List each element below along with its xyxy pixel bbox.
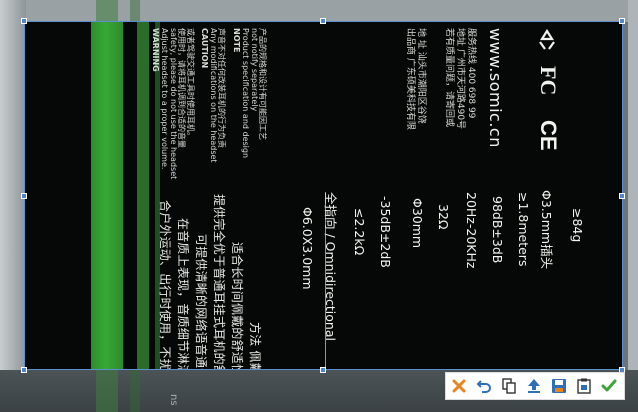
clipboard-button[interactable]: [573, 375, 595, 397]
crop-handle-top-left[interactable]: [21, 18, 27, 24]
feature-line-4: 提供完全优于普通耳挂式耳机的舒适性: [212, 194, 226, 370]
undo-icon: [476, 380, 491, 393]
screenshot-toolbar: [445, 372, 625, 400]
fc-mark: FC: [536, 66, 561, 96]
green-band-2: [137, 22, 149, 369]
maker-line-3: 服务热线 400 698 99: [466, 28, 476, 119]
spec-value-7: 20Hz-20KHz: [464, 192, 479, 269]
upload-button[interactable]: [523, 375, 545, 397]
checkmark-icon: [601, 379, 617, 392]
close-icon: [452, 379, 466, 393]
crop-selection[interactable]: 合户外运动、出行时使用，不扰乱发型 在音质上表现，音质细节淋漓尽显 可提供清晰的…: [24, 21, 623, 370]
spec-value-10: Φ3.5mm插头: [539, 190, 554, 270]
note-line-1: Product specification and design: [241, 28, 250, 159]
recycle-icon: [539, 28, 555, 50]
crop-handle-top-right[interactable]: [619, 18, 625, 24]
crop-handle-bottom-left[interactable]: [21, 367, 27, 373]
green-band: [91, 22, 123, 369]
copy-icon: [502, 378, 516, 394]
undo-button[interactable]: [473, 375, 495, 397]
feature-line-1: 合户外运动、出行时使用，不扰乱发型: [158, 200, 172, 370]
caution-title: CAUTION: [200, 28, 209, 69]
save-icon: [552, 379, 566, 393]
feature-line-5: 适合长时间佩戴的舒适性: [230, 242, 244, 370]
note-title: NOTE: [232, 28, 241, 53]
warning-line-4: 或者驾驶交通工具时使用耳机。: [186, 28, 195, 140]
ce-mark: CE: [536, 120, 561, 151]
company-line-2: 地 址 汕头市潮阳区谷饶: [416, 28, 426, 124]
spec-divider: [325, 192, 326, 369]
spec-value-5: Φ30mm: [410, 198, 425, 249]
photo-background-text: ns: [168, 394, 179, 406]
confirm-button[interactable]: [598, 375, 620, 397]
warning-line-1: Adjust headset to a proper volume.: [160, 28, 169, 170]
photo-edge-right: [628, 0, 638, 412]
note-line-3: 产品的规格和设计有可能因工艺: [258, 28, 267, 140]
feature-line-2: 在音质上表现，音质细节淋漓尽显: [176, 218, 190, 370]
crop-handle-top[interactable]: [320, 18, 326, 24]
spec-value-6: 32Ω: [436, 204, 451, 230]
spec-value-1: Φ6.0X3.0mm: [300, 207, 315, 290]
warning-title: WARNING: [151, 28, 160, 72]
website-url: www.somic.cn: [486, 28, 505, 148]
crop-handle-left[interactable]: [21, 193, 27, 199]
feature-line-3: 可提供清晰的网络语音通信: [194, 234, 208, 370]
spec-value-11: ≥84g: [570, 208, 585, 243]
photo-edge-left: [0, 0, 26, 412]
caution-line-2: 声音不对任何改装耳机的行为负责: [217, 28, 226, 148]
crop-handle-right[interactable]: [619, 193, 625, 199]
copy-button[interactable]: [498, 375, 520, 397]
spec-value-8: 98dB±3dB: [490, 196, 505, 264]
clipboard-icon: [577, 378, 591, 394]
upload-icon: [528, 379, 540, 393]
spec-value-9: ≥1.8meters: [516, 192, 531, 267]
spec-value-4: -35dB±2dB: [378, 196, 393, 268]
feature-line-6: 方法 佩戴: [248, 322, 262, 370]
spec-value-3: ≤2.2kΩ: [352, 208, 367, 256]
save-button[interactable]: [548, 375, 570, 397]
cancel-button[interactable]: [448, 375, 470, 397]
crop-handle-bottom[interactable]: [320, 367, 326, 373]
